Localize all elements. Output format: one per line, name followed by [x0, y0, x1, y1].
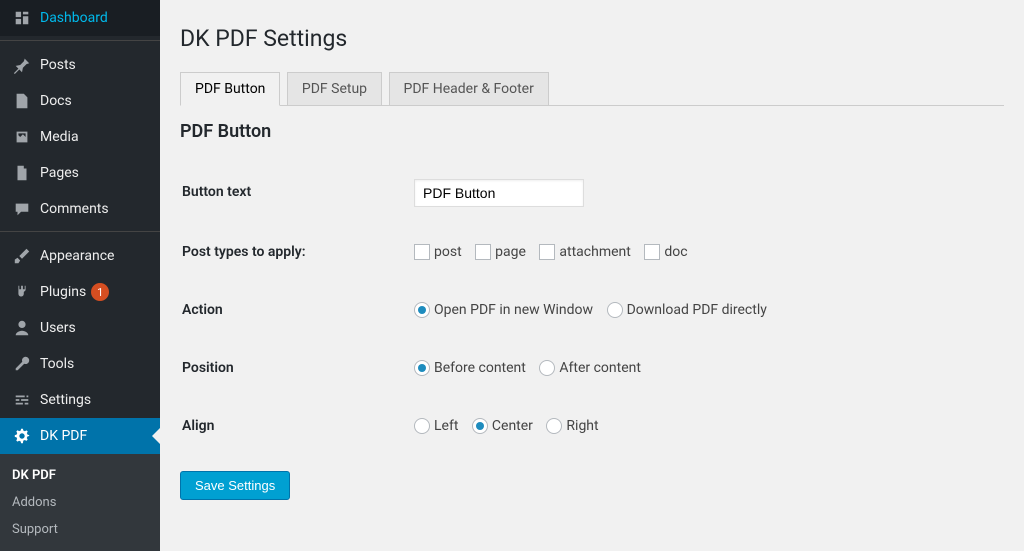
radio-align-left[interactable]: [414, 418, 430, 434]
sidebar-item-label: Settings: [40, 392, 91, 408]
align-option[interactable]: Left: [414, 418, 458, 434]
submenu-item-dkpdf[interactable]: DK PDF: [0, 462, 160, 489]
post-type-option[interactable]: post: [414, 244, 462, 260]
sidebar-item-users[interactable]: Users: [0, 310, 160, 346]
tab-pdf-header-footer[interactable]: PDF Header & Footer: [389, 72, 549, 105]
tab-nav: PDF Button PDF Setup PDF Header & Footer: [180, 72, 1004, 106]
sidebar-item-label: Plugins: [40, 284, 86, 300]
brush-icon: [12, 246, 32, 266]
sidebar-item-plugins[interactable]: Plugins 1: [0, 274, 160, 310]
sidebar-item-media[interactable]: Media: [0, 119, 160, 155]
tab-pdf-setup[interactable]: PDF Setup: [287, 72, 382, 105]
submenu: DK PDF Addons Support: [0, 454, 160, 551]
save-settings-button[interactable]: Save Settings: [180, 471, 290, 500]
action-option[interactable]: Open PDF in new Window: [414, 302, 593, 318]
sidebar-item-settings[interactable]: Settings: [0, 382, 160, 418]
sidebar-item-dashboard[interactable]: Dashboard: [0, 0, 160, 36]
main-content: DK PDF Settings PDF Button PDF Setup PDF…: [160, 0, 1024, 551]
radio-before-content[interactable]: [414, 360, 430, 376]
radio-align-right[interactable]: [546, 418, 562, 434]
admin-sidebar: Dashboard Posts Docs Media Pages Comment…: [0, 0, 160, 551]
align-option[interactable]: Center: [472, 418, 533, 434]
settings-form: Button text Post types to apply: post pa…: [180, 162, 1004, 456]
radio-open-new-window[interactable]: [414, 302, 430, 318]
gear-icon: [12, 426, 32, 446]
pin-icon: [12, 55, 32, 75]
sidebar-item-tools[interactable]: Tools: [0, 346, 160, 382]
sidebar-item-label: Dashboard: [40, 10, 108, 26]
dashboard-icon: [12, 8, 32, 28]
sidebar-item-label: Pages: [40, 165, 79, 181]
sidebar-item-label: Media: [40, 129, 79, 145]
checkbox-doc[interactable]: [644, 244, 660, 260]
button-text-input[interactable]: [414, 179, 584, 207]
position-label: Position: [182, 340, 402, 396]
post-types-label: Post types to apply:: [182, 224, 402, 280]
align-label: Align: [182, 398, 402, 454]
plug-icon: [12, 282, 32, 302]
action-label: Action: [182, 282, 402, 338]
page-title: DK PDF Settings: [180, 25, 1004, 52]
post-type-option[interactable]: page: [475, 244, 526, 260]
sidebar-item-docs[interactable]: Docs: [0, 83, 160, 119]
sidebar-item-label: Tools: [40, 356, 74, 372]
button-text-label: Button text: [182, 164, 402, 222]
checkbox-page[interactable]: [475, 244, 491, 260]
checkbox-post[interactable]: [414, 244, 430, 260]
sidebar-item-label: Docs: [40, 93, 72, 109]
wrench-icon: [12, 354, 32, 374]
sidebar-item-posts[interactable]: Posts: [0, 47, 160, 83]
sidebar-item-label: DK PDF: [40, 428, 87, 444]
user-icon: [12, 318, 32, 338]
menu-separator: [0, 227, 160, 232]
media-icon: [12, 127, 32, 147]
tab-pdf-button[interactable]: PDF Button: [180, 72, 280, 106]
post-type-option[interactable]: doc: [644, 244, 687, 260]
sidebar-item-label: Users: [40, 320, 76, 336]
sidebar-item-label: Posts: [40, 57, 76, 73]
submenu-item-support[interactable]: Support: [0, 516, 160, 543]
section-title: PDF Button: [180, 121, 1004, 142]
radio-after-content[interactable]: [539, 360, 555, 376]
action-option[interactable]: Download PDF directly: [607, 302, 767, 318]
update-badge: 1: [91, 283, 109, 301]
sidebar-item-pages[interactable]: Pages: [0, 155, 160, 191]
submenu-item-addons[interactable]: Addons: [0, 489, 160, 516]
radio-download-direct[interactable]: [607, 302, 623, 318]
sidebar-item-label: Appearance: [40, 248, 114, 264]
sidebar-item-appearance[interactable]: Appearance: [0, 238, 160, 274]
menu-separator: [0, 36, 160, 41]
sidebar-item-label: Comments: [40, 201, 109, 217]
sidebar-item-comments[interactable]: Comments: [0, 191, 160, 227]
sliders-icon: [12, 390, 32, 410]
align-option[interactable]: Right: [546, 418, 598, 434]
position-option[interactable]: After content: [539, 360, 641, 376]
position-option[interactable]: Before content: [414, 360, 526, 376]
sidebar-item-dkpdf[interactable]: DK PDF: [0, 418, 160, 454]
post-type-option[interactable]: attachment: [539, 244, 630, 260]
comment-icon: [12, 199, 32, 219]
doc-icon: [12, 91, 32, 111]
radio-align-center[interactable]: [472, 418, 488, 434]
page-icon: [12, 163, 32, 183]
checkbox-attachment[interactable]: [539, 244, 555, 260]
